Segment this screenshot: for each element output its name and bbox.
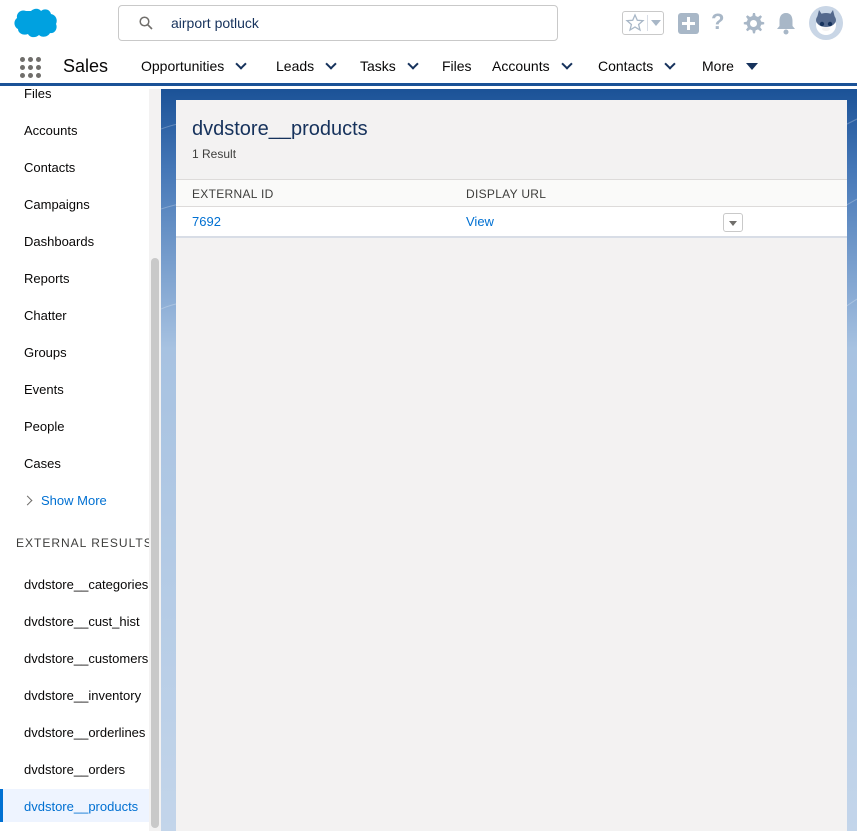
nav-tab-opportunities[interactable]: Opportunities	[141, 58, 247, 74]
chevron-down-icon[interactable]	[560, 58, 573, 70]
sidebar-item-contacts[interactable]: Contacts	[24, 160, 75, 175]
sidebar-external-customers[interactable]: dvdstore__customers	[24, 651, 148, 666]
sidebar-item-dashboards[interactable]: Dashboards	[24, 234, 94, 249]
sidebar-item-events[interactable]: Events	[24, 382, 64, 397]
nav-tab-leads[interactable]: Leads	[276, 58, 337, 74]
sidebar-item-cases[interactable]: Cases	[24, 456, 61, 471]
favorites-divider	[647, 15, 648, 31]
display-url-link[interactable]: View	[466, 214, 494, 229]
chevron-down-icon[interactable]	[325, 58, 337, 70]
sidebar-external-cust-hist[interactable]: dvdstore__cust_hist	[24, 614, 140, 629]
sidebar-item-campaigns[interactable]: Campaigns	[24, 197, 90, 212]
sidebar-item-accounts[interactable]: Accounts	[24, 123, 77, 138]
sidebar-item-groups[interactable]: Groups	[24, 345, 67, 360]
results-table-header: EXTERNAL ID DISPLAY URL	[176, 179, 847, 207]
search-scope-sidebar: Files Accounts Contacts Campaigns Dashbo…	[0, 89, 161, 831]
nav-tab-tasks[interactable]: Tasks	[360, 58, 419, 74]
app-navigation-bar: Sales Opportunities Leads Tasks Files Ac…	[0, 46, 857, 86]
search-input-value[interactable]: airport potluck	[171, 15, 259, 31]
sidebar-external-inventory[interactable]: dvdstore__inventory	[24, 688, 141, 703]
nav-tab-label[interactable]: More	[702, 58, 734, 74]
global-actions-plus-icon[interactable]	[678, 13, 699, 34]
sidebar-external-products[interactable]: dvdstore__products	[24, 799, 138, 814]
sidebar-scrollbar-thumb[interactable]	[151, 258, 159, 828]
sidebar-external-categories[interactable]: dvdstore__categories	[24, 577, 148, 592]
caret-down-icon[interactable]	[745, 63, 758, 70]
nav-tab-contacts[interactable]: Contacts	[598, 58, 676, 74]
global-search-box[interactable]: airport potluck	[118, 5, 558, 41]
row-actions-dropdown-button[interactable]	[723, 213, 743, 232]
external-results-heading: EXTERNAL RESULTS	[16, 536, 153, 550]
app-name: Sales	[63, 56, 109, 76]
help-icon[interactable]: ?	[711, 9, 724, 35]
results-count: 1 Result	[192, 147, 237, 161]
column-header-external-id[interactable]: EXTERNAL ID	[192, 187, 274, 201]
salesforce-logo[interactable]	[11, 7, 59, 39]
nav-tab-label[interactable]: Opportunities	[141, 58, 224, 74]
nav-tab-files[interactable]: Files	[442, 58, 472, 74]
chevron-down-icon[interactable]	[235, 58, 247, 70]
column-header-display-url[interactable]: DISPLAY URL	[466, 187, 546, 201]
sidebar-external-orderlines[interactable]: dvdstore__orderlines	[24, 725, 145, 740]
search-icon	[139, 16, 153, 30]
setup-gear-icon[interactable]	[741, 11, 765, 35]
chevron-down-icon[interactable]	[664, 58, 676, 70]
sidebar-item-files[interactable]: Files	[24, 89, 51, 101]
notifications-bell-icon[interactable]	[775, 11, 797, 35]
sidebar-item-reports[interactable]: Reports	[24, 271, 70, 286]
nav-tab-more[interactable]: More	[702, 58, 758, 74]
sidebar-item-people[interactable]: People	[24, 419, 64, 434]
nav-tab-accounts[interactable]: Accounts	[492, 58, 573, 74]
global-header: airport potluck ?	[0, 0, 857, 46]
nav-tab-label[interactable]: Accounts	[492, 58, 550, 74]
table-row: 7692 View	[176, 207, 847, 238]
results-card: dvdstore__products 1 Result EXTERNAL ID …	[176, 100, 847, 831]
star-icon[interactable]	[625, 13, 645, 33]
sidebar-item-chatter[interactable]: Chatter	[24, 308, 67, 323]
chevron-down-icon[interactable]	[407, 58, 419, 70]
nav-tab-label[interactable]: Tasks	[360, 58, 396, 74]
nav-tab-label[interactable]: Files	[442, 58, 472, 74]
external-id-link[interactable]: 7692	[192, 214, 221, 229]
nav-tab-label[interactable]: Contacts	[598, 58, 653, 74]
favorites-dropdown-icon[interactable]	[651, 20, 661, 26]
nav-tab-label[interactable]: Leads	[276, 58, 314, 74]
results-title: dvdstore__products	[192, 118, 368, 140]
user-avatar[interactable]	[809, 6, 843, 40]
sidebar-external-orders[interactable]: dvdstore__orders	[24, 762, 125, 777]
chevron-right-icon	[22, 495, 33, 506]
show-more-label[interactable]: Show More	[41, 493, 107, 508]
favorites-button[interactable]	[622, 11, 664, 35]
show-more-link[interactable]: Show More	[22, 493, 107, 508]
app-launcher-icon[interactable]	[20, 57, 42, 79]
